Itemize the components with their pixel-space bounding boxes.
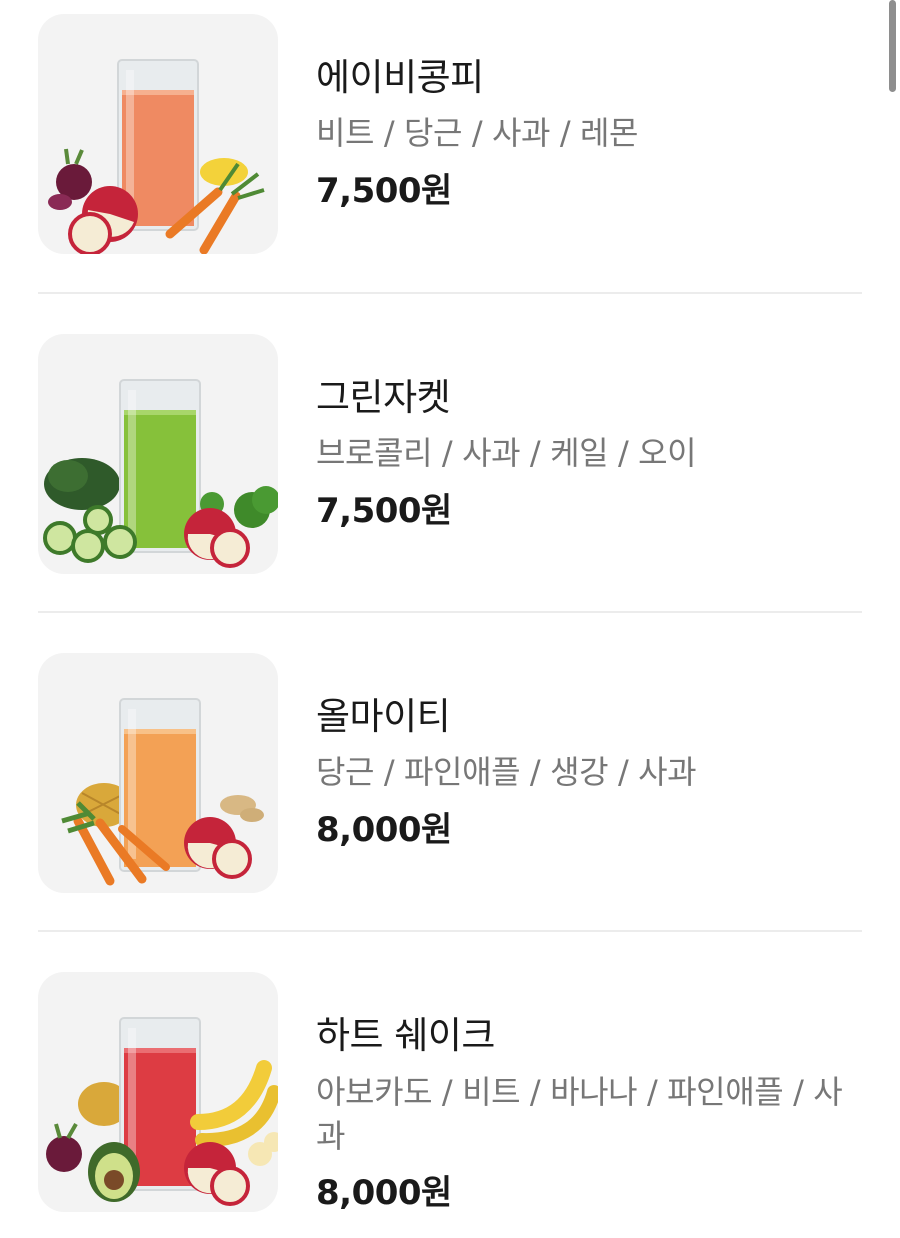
menu-page: 에이비콩피 비트 / 당근 / 사과 / 레몬 7,500원 그린자켓 브로콜리… xyxy=(0,0,900,1238)
scrollbar[interactable] xyxy=(889,0,896,92)
menu-item-almighty[interactable]: 올마이티 당근 / 파인애플 / 생강 / 사과 8,000원 xyxy=(38,653,862,893)
divider xyxy=(38,292,862,294)
menu-item-name: 올마이티 xyxy=(316,695,451,738)
menu-item-price: 8,000원 xyxy=(316,1173,452,1213)
menu-item-info: 에이비콩피 비트 / 당근 / 사과 / 레몬 7,500원 xyxy=(316,14,862,218)
menu-item-image[interactable] xyxy=(38,653,278,893)
menu-item-image[interactable] xyxy=(38,334,278,574)
menu-item-name: 그린자켓 xyxy=(316,376,451,419)
menu-item-price: 8,000원 xyxy=(316,810,452,850)
divider xyxy=(38,930,862,932)
menu-item-name: 하트 쉐이크 xyxy=(316,1014,495,1057)
divider xyxy=(38,611,862,613)
menu-item-ingredients: 당근 / 파인애플 / 생강 / 사과 xyxy=(316,753,697,791)
menu-item-name: 에이비콩피 xyxy=(316,56,484,99)
menu-item-abc[interactable]: 에이비콩피 비트 / 당근 / 사과 / 레몬 7,500원 xyxy=(38,14,862,254)
menu-item-ingredients: 브로콜리 / 사과 / 케일 / 오이 xyxy=(316,434,697,472)
orange-juice-glass-icon xyxy=(61,698,264,886)
menu-item-price: 7,500원 xyxy=(316,491,452,531)
menu-item-ingredients: 비트 / 당근 / 사과 / 레몬 xyxy=(316,114,639,152)
green-juice-glass-icon xyxy=(43,379,278,568)
menu-item-info: 하트 쉐이크 아보카도 / 비트 / 바나나 / 파인애플 / 사과 8,000… xyxy=(316,972,862,1220)
menu-item-green-jacket[interactable]: 그린자켓 브로콜리 / 사과 / 케일 / 오이 7,500원 xyxy=(38,334,862,574)
red-juice-glass-icon xyxy=(46,1017,278,1206)
menu-item-ingredients: 아보카도 / 비트 / 바나나 / 파인애플 / 사과 xyxy=(316,1073,843,1155)
menu-item-image[interactable] xyxy=(38,972,278,1212)
menu-item-image[interactable] xyxy=(38,14,278,254)
menu-item-price: 7,500원 xyxy=(316,171,452,211)
menu-item-heart-shake[interactable]: 하트 쉐이크 아보카도 / 비트 / 바나나 / 파인애플 / 사과 8,000… xyxy=(38,972,862,1213)
menu-item-info: 그린자켓 브로콜리 / 사과 / 케일 / 오이 7,500원 xyxy=(316,334,862,538)
abc-juice-glass-icon xyxy=(48,59,265,254)
menu-item-info: 올마이티 당근 / 파인애플 / 생강 / 사과 8,000원 xyxy=(316,653,862,857)
